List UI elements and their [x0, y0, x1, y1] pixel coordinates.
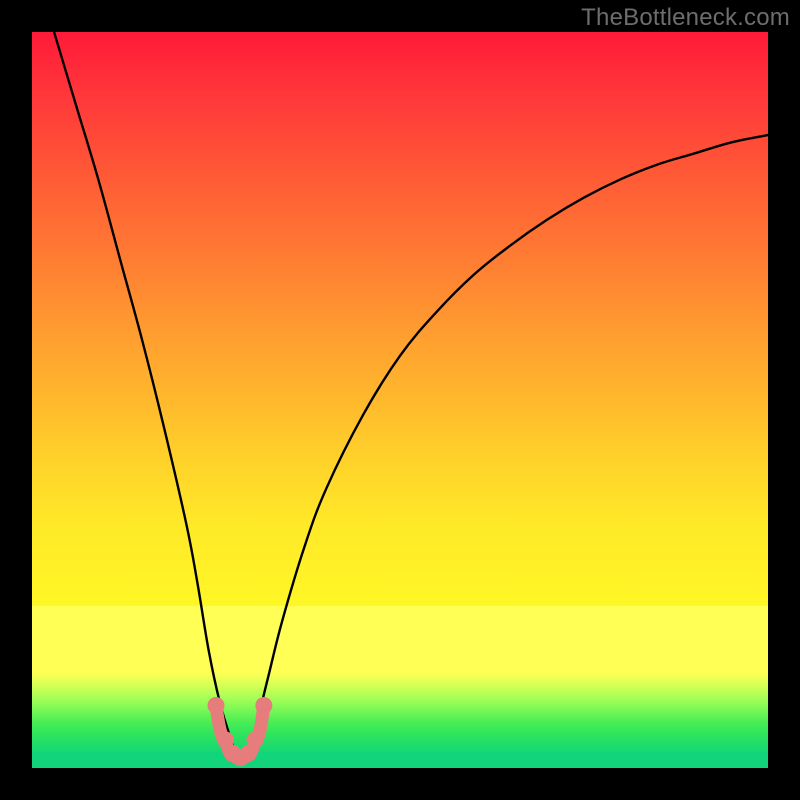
frame: TheBottleneck.com: [0, 0, 800, 800]
curve-layer: [32, 32, 768, 768]
plot-area: [32, 32, 768, 768]
watermark-text: TheBottleneck.com: [581, 4, 790, 32]
marker-dot: [247, 732, 264, 749]
marker-dot: [255, 697, 272, 714]
bottleneck-curve: [54, 32, 768, 759]
marker-dot: [208, 697, 225, 714]
